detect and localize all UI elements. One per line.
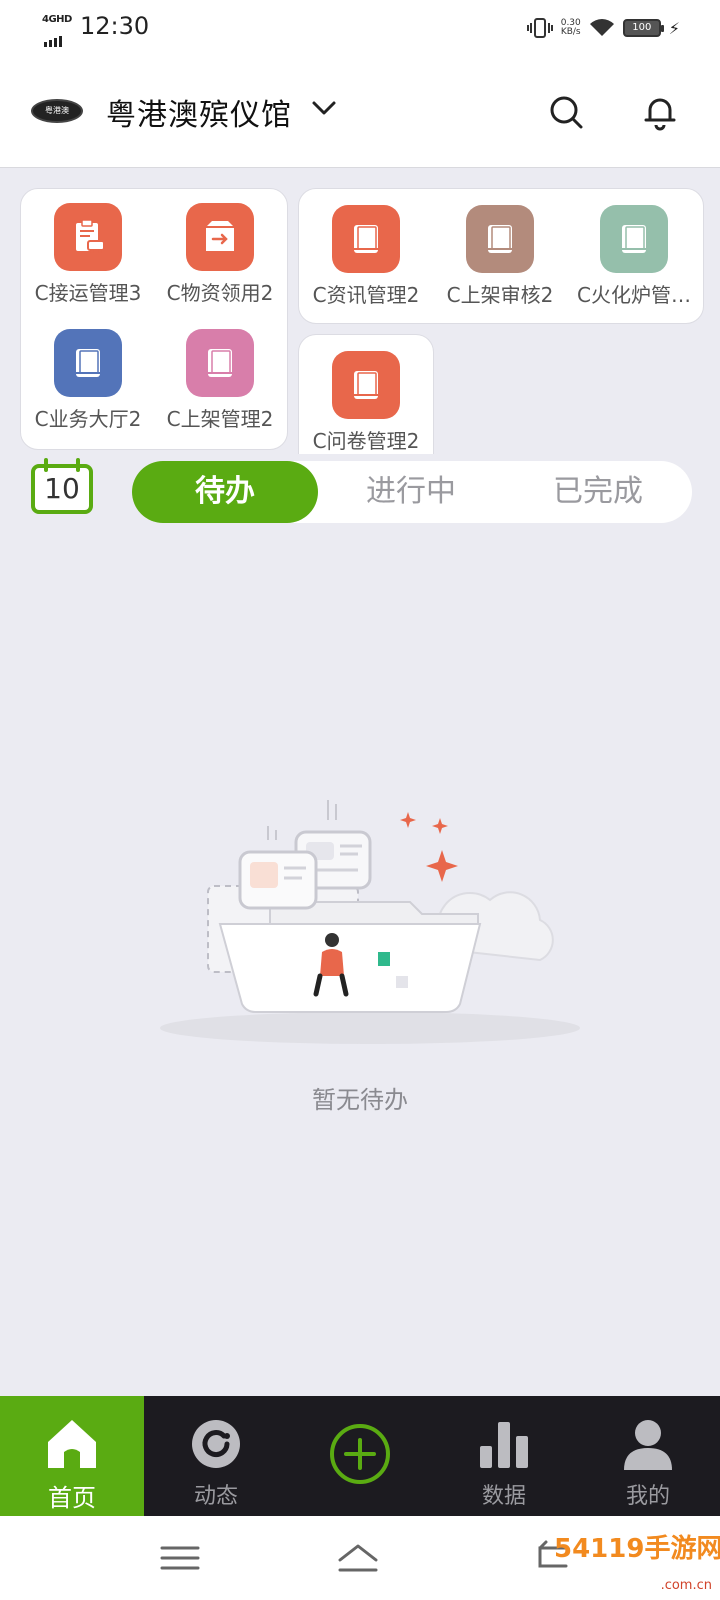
nav-add[interactable] bbox=[288, 1396, 432, 1516]
home-button-icon[interactable] bbox=[336, 1538, 380, 1578]
book-icon bbox=[488, 225, 512, 253]
watermark-text: 54119手游网 bbox=[554, 1534, 720, 1564]
search-icon[interactable] bbox=[546, 92, 586, 132]
nav-profile[interactable]: 我的 bbox=[576, 1396, 720, 1516]
tab-in-progress[interactable]: 进行中 bbox=[318, 461, 504, 523]
app-tile bbox=[54, 203, 122, 271]
nav-label: 我的 bbox=[625, 1484, 670, 1509]
empty-state-text: 暂无待办 bbox=[312, 1086, 408, 1114]
tab-completed[interactable]: 已完成 bbox=[504, 461, 692, 523]
app-card-right: C资讯管理2 C上架审核2 C火化炉管… bbox=[298, 188, 704, 324]
speed-unit: KB/s bbox=[560, 27, 581, 37]
org-name[interactable]: 粤港澳殡仪馆 bbox=[106, 90, 292, 134]
calendar-day: 10 bbox=[44, 472, 80, 505]
task-tab-bar: 待办 进行中 已完成 bbox=[132, 461, 692, 523]
charging-icon: ⚡ bbox=[668, 18, 680, 38]
box-arrow-icon bbox=[206, 221, 234, 251]
app-shelf-review[interactable]: C上架审核2 bbox=[435, 205, 565, 321]
status-bar: 4GHD 12:30 0.30 KB/s 100 ⚡ bbox=[0, 0, 720, 56]
org-logo-mark: 粤港澳 bbox=[31, 99, 83, 123]
home-icon bbox=[48, 1420, 96, 1468]
org-logo: 粤港澳 bbox=[30, 84, 84, 138]
app-tile bbox=[600, 205, 668, 273]
app-shelf-management[interactable]: C上架管理2 bbox=[155, 329, 285, 445]
app-header: 粤港澳 粤港澳殡仪馆 bbox=[0, 56, 720, 168]
empty-state-illustration bbox=[160, 800, 580, 1044]
app-label: C上架审核2 bbox=[446, 283, 554, 307]
book-icon bbox=[76, 349, 100, 377]
app-tile bbox=[54, 329, 122, 397]
chevron-down-icon[interactable] bbox=[310, 94, 338, 122]
nav-data[interactable]: 数据 bbox=[432, 1396, 576, 1516]
nav-home[interactable]: 首页 bbox=[0, 1396, 144, 1516]
nav-activity[interactable]: 动态 bbox=[144, 1396, 288, 1516]
watermark-domain: .com.cn bbox=[660, 1578, 712, 1593]
app-survey-management[interactable]: C问卷管理2 bbox=[301, 351, 431, 454]
user-icon bbox=[624, 1420, 672, 1470]
add-icon bbox=[330, 1424, 390, 1484]
bar-chart-icon bbox=[480, 1422, 528, 1468]
tab-todo[interactable]: 待办 bbox=[132, 461, 318, 523]
app-tile bbox=[186, 329, 254, 397]
bottom-navigation: 首页 动态 数据 我的 bbox=[0, 1396, 720, 1516]
app-label: C物资领用2 bbox=[166, 281, 274, 305]
app-tile bbox=[332, 351, 400, 419]
network-type: 4GHD bbox=[42, 14, 72, 25]
bell-icon[interactable] bbox=[640, 92, 680, 132]
app-tile bbox=[466, 205, 534, 273]
menu-icon[interactable] bbox=[158, 1538, 202, 1578]
book-icon bbox=[208, 349, 232, 377]
clipboard-car-icon bbox=[76, 219, 105, 253]
book-icon bbox=[354, 225, 378, 253]
calendar-icon[interactable]: 10 bbox=[30, 458, 94, 516]
app-label: C问卷管理2 bbox=[312, 429, 420, 453]
vibrate-icon bbox=[526, 18, 553, 38]
app-tile bbox=[186, 203, 254, 271]
battery-icon: 100 bbox=[622, 19, 664, 37]
nav-label: 首页 bbox=[48, 1484, 96, 1512]
app-news-management[interactable]: C资讯管理2 bbox=[301, 205, 431, 321]
app-card-left: C接运管理3 C物资领用2 C业务大厅2 C上架管理2 bbox=[20, 188, 288, 450]
app-label: C资讯管理2 bbox=[312, 283, 420, 307]
signal-icon: 4GHD bbox=[42, 14, 74, 47]
app-business-hall[interactable]: C业务大厅2 bbox=[23, 329, 153, 445]
site-watermark: 54119手游网 .com.cn bbox=[550, 1520, 720, 1600]
book-icon bbox=[354, 371, 378, 399]
activity-icon bbox=[192, 1420, 240, 1468]
book-icon bbox=[622, 225, 646, 253]
network-speed: 0.30 KB/s bbox=[561, 19, 581, 37]
app-tile bbox=[332, 205, 400, 273]
app-label: C业务大厅2 bbox=[34, 407, 142, 431]
app-label: C接运管理3 bbox=[34, 281, 142, 305]
nav-label: 数据 bbox=[481, 1484, 526, 1509]
app-cremation-furnace[interactable]: C火化炉管… bbox=[569, 205, 699, 321]
app-label: C火化炉管… bbox=[577, 283, 691, 307]
app-pickup-management[interactable]: C接运管理3 bbox=[23, 203, 153, 319]
status-time: 12:30 bbox=[80, 12, 150, 40]
nav-label: 动态 bbox=[193, 1484, 238, 1509]
app-card-single: C问卷管理2 bbox=[298, 334, 434, 454]
wifi-icon bbox=[589, 19, 614, 36]
app-material-use[interactable]: C物资领用2 bbox=[155, 203, 285, 319]
app-label: C上架管理2 bbox=[166, 407, 274, 431]
